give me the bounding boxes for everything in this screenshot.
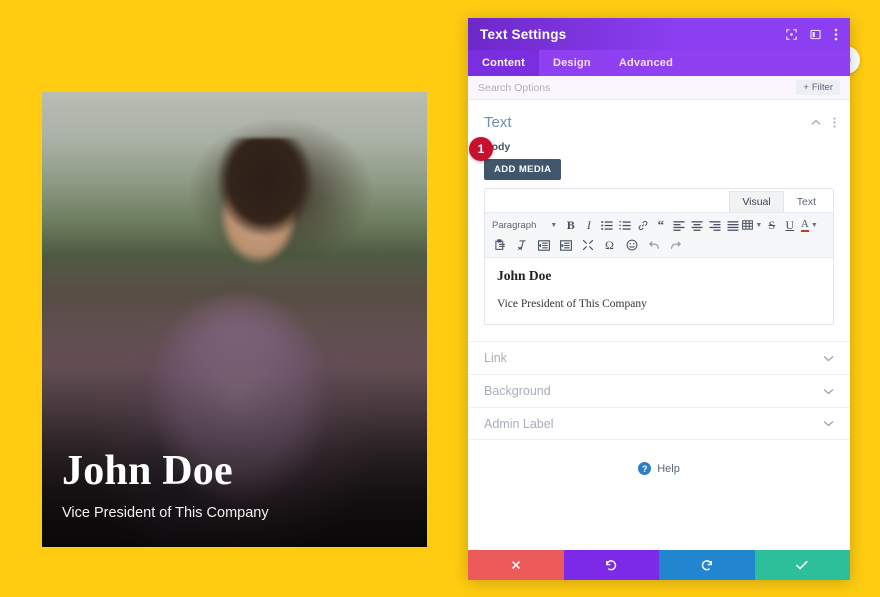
- redo-button[interactable]: [659, 550, 755, 580]
- editor-mode-tabs: Visual Text: [485, 189, 833, 212]
- indent-icon[interactable]: [557, 237, 574, 254]
- underline-icon[interactable]: U: [781, 217, 798, 234]
- panel-header: Text Settings: [468, 18, 850, 50]
- editor-paragraph: Vice President of This Company: [497, 298, 647, 310]
- preview-role: Vice President of This Company: [62, 505, 269, 521]
- accordion-item-background[interactable]: Background: [468, 374, 850, 407]
- chevron-up-icon[interactable]: [811, 119, 821, 126]
- search-input[interactable]: [478, 81, 789, 94]
- accordion-sections: Link Background Admin Label: [468, 341, 850, 440]
- panel-footer: [468, 550, 850, 580]
- table-icon[interactable]: ▼: [742, 217, 762, 234]
- preview-name: John Doe: [62, 447, 233, 494]
- check-icon: [795, 559, 809, 571]
- panel-header-actions: [786, 28, 838, 41]
- outdent-icon[interactable]: [535, 237, 552, 254]
- question-circle-icon: ?: [638, 462, 652, 475]
- text-color-icon[interactable]: A ▼: [799, 217, 819, 234]
- link-icon[interactable]: [634, 217, 651, 234]
- section-title: Text: [484, 114, 512, 131]
- tab-design[interactable]: Design: [539, 50, 605, 76]
- add-media-button[interactable]: ADD MEDIA: [484, 159, 562, 180]
- paste-as-text-icon[interactable]: [491, 237, 508, 254]
- preview-card[interactable]: John Doe Vice President of This Company: [42, 92, 427, 547]
- chevron-down-icon: [823, 355, 834, 362]
- editor-toolbar: Paragraph ▼ B I “ ▼ S U A ▼ Ω: [485, 212, 833, 258]
- align-justify-icon[interactable]: [724, 217, 741, 234]
- chevron-down-icon: [823, 388, 834, 395]
- accordion-item-admin-label[interactable]: Admin Label: [468, 407, 850, 440]
- undo-button[interactable]: [563, 550, 659, 580]
- editor-content-area[interactable]: John Doe Vice President of This Company: [485, 258, 833, 324]
- save-button[interactable]: [754, 550, 850, 580]
- align-right-icon[interactable]: [706, 217, 723, 234]
- paragraph-format-label: Paragraph: [492, 219, 537, 231]
- step-badge: 1: [469, 137, 493, 161]
- strikethrough-icon[interactable]: S: [763, 217, 780, 234]
- tab-advanced[interactable]: Advanced: [605, 50, 687, 76]
- special-character-icon[interactable]: Ω: [601, 237, 618, 254]
- accordion-label: Background: [484, 384, 551, 398]
- section-header-actions: [811, 117, 836, 128]
- wysiwyg-editor: Visual Text Paragraph ▼ B I “ ▼ S U A ▼ …: [484, 188, 834, 325]
- filter-button[interactable]: + Filter: [796, 80, 840, 95]
- tab-visual[interactable]: Visual: [729, 191, 784, 212]
- align-left-icon[interactable]: [670, 217, 687, 234]
- chevron-down-icon: [823, 420, 834, 427]
- preview-text-block: John Doe Vice President of This Company: [62, 449, 407, 521]
- filter-label: Filter: [811, 82, 833, 93]
- chevron-down-icon: ▼: [550, 221, 558, 229]
- chevron-down-icon: ▼: [810, 221, 818, 229]
- emoji-icon[interactable]: [623, 237, 640, 254]
- panel-body: Text Body ADD MEDIA Visual Text Paragrap…: [468, 100, 850, 550]
- bold-icon[interactable]: B: [562, 217, 579, 234]
- chevron-down-icon: ▼: [755, 221, 763, 229]
- body-field: Body ADD MEDIA Visual Text Paragraph ▼ B…: [468, 137, 850, 325]
- editor-heading: John Doe: [497, 268, 552, 283]
- align-center-icon[interactable]: [688, 217, 705, 234]
- blockquote-icon[interactable]: “: [652, 217, 669, 234]
- more-vertical-icon[interactable]: [833, 117, 836, 128]
- search-options-row: + Filter: [468, 76, 850, 100]
- help-label: Help: [657, 462, 680, 475]
- close-icon: [510, 559, 522, 571]
- clear-formatting-icon[interactable]: [513, 237, 530, 254]
- accordion-item-link[interactable]: Link: [468, 341, 850, 374]
- expand-icon[interactable]: [786, 28, 797, 40]
- paragraph-format-select[interactable]: Paragraph ▼: [489, 220, 561, 231]
- italic-icon[interactable]: I: [580, 217, 597, 234]
- undo-icon: [604, 558, 618, 572]
- panel-layout-icon[interactable]: [810, 29, 821, 40]
- cancel-button[interactable]: [468, 550, 564, 580]
- text-section-header: Text: [468, 100, 850, 137]
- redo-icon[interactable]: [667, 237, 684, 254]
- fullscreen-icon[interactable]: [579, 237, 596, 254]
- more-vertical-icon[interactable]: [834, 28, 838, 41]
- text-settings-panel: Text Settings Content Design Advanced Se…: [468, 18, 850, 580]
- body-field-label: Body: [484, 141, 511, 153]
- accordion-label: Link: [484, 351, 507, 365]
- bulleted-list-icon[interactable]: [598, 217, 615, 234]
- plus-icon: +: [803, 82, 809, 93]
- accordion-label: Admin Label: [484, 416, 554, 431]
- panel-tabs: Content Design Advanced: [468, 50, 850, 76]
- help-link[interactable]: ? Help: [468, 440, 850, 497]
- toolbar-row-2: Ω: [489, 236, 829, 254]
- redo-icon: [700, 558, 714, 572]
- toolbar-row-1: Paragraph ▼ B I “ ▼ S U A ▼: [489, 216, 829, 234]
- numbered-list-icon[interactable]: [616, 217, 633, 234]
- undo-icon[interactable]: [645, 237, 662, 254]
- panel-title: Text Settings: [480, 26, 567, 42]
- tab-content[interactable]: Content: [468, 50, 539, 76]
- tab-text[interactable]: Text: [784, 191, 829, 212]
